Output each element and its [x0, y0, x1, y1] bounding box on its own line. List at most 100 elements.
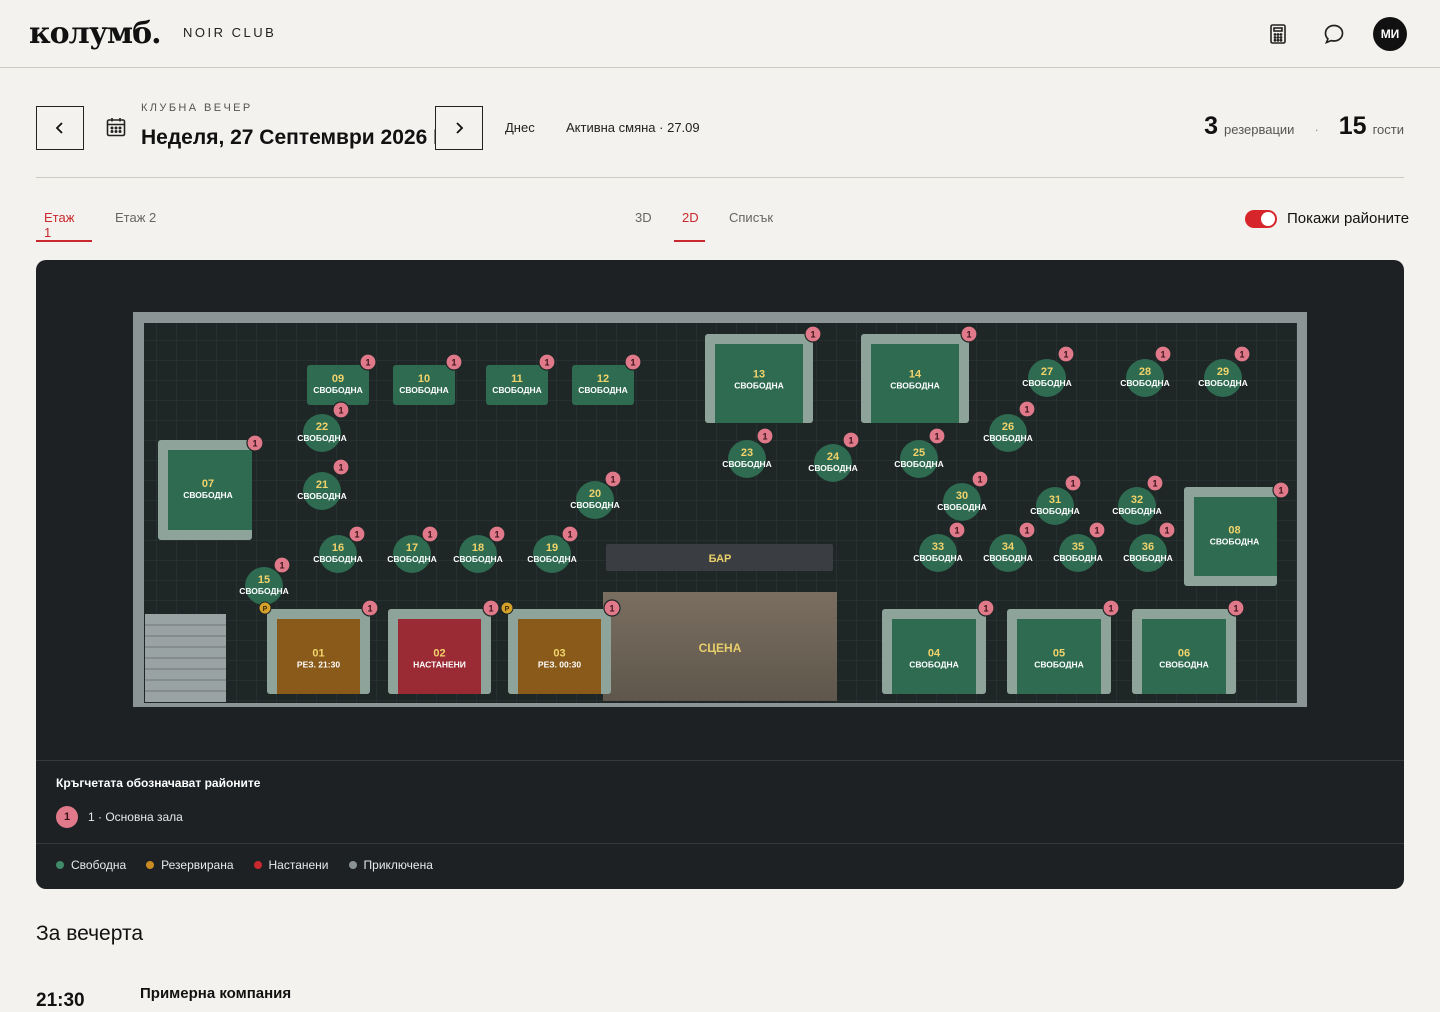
- table-status-text: СВОБОДНА: [1198, 378, 1248, 388]
- bar-label: БАР: [709, 553, 732, 565]
- table-status-text: СВОБОДНА: [734, 381, 784, 391]
- zone-badge-number: 1: [610, 475, 615, 485]
- tab-view-list[interactable]: Списък: [721, 210, 781, 242]
- status-dot: [56, 861, 64, 869]
- table-01[interactable]: 01РЕЗ. 21:30 1: [267, 599, 379, 694]
- zone-badge-number: 1: [494, 530, 499, 540]
- zone-badge-number: 1: [567, 530, 572, 540]
- status-seated: Настанени: [253, 858, 329, 872]
- zone-badge-number: 1: [1063, 350, 1068, 360]
- table-status-text: СВОБОДНА: [983, 553, 1033, 563]
- table-status-text: СВОБОДНА: [239, 586, 289, 596]
- table-status-text: СВОБОДНА: [722, 459, 772, 469]
- table-status-text: СВОБОДНА: [913, 553, 963, 563]
- table-08[interactable]: 08СВОБОДНА 1: [1184, 481, 1290, 586]
- reservations-count: 3: [1204, 112, 1219, 140]
- reservations-label: резервации: [1224, 122, 1295, 137]
- table-status-text: СВОБОДНА: [1120, 378, 1170, 388]
- legend-title: Кръгчетата обозначават районите: [56, 776, 261, 790]
- table-status-text: СВОБОДНА: [1022, 378, 1072, 388]
- tab-floor-2[interactable]: Етаж 2: [107, 210, 164, 242]
- table-05[interactable]: 05СВОБОДНА 1: [1007, 599, 1120, 694]
- legend-divider: [36, 760, 1404, 761]
- reservation-name[interactable]: Примерна компания: [140, 985, 291, 1002]
- table-number: 09: [332, 373, 344, 385]
- table-status-text: СВОБОДНА: [183, 490, 233, 500]
- pending-marker-label: P: [505, 606, 510, 613]
- table-status-text: СВОБОДНА: [313, 554, 363, 564]
- status-dot: [348, 861, 357, 869]
- status-finished: Приключена: [348, 858, 433, 872]
- top-header: колумб. NOIR CLUB МИ: [0, 0, 1440, 68]
- table-status-text: СВОБОДНА: [983, 433, 1033, 443]
- table-03[interactable]: 03РЕЗ. 00:30 1: [508, 599, 621, 694]
- zone-badge-number: 1: [1164, 526, 1169, 536]
- zone-badge: 1: [56, 806, 78, 828]
- table-status-text: СВОБОДНА: [1123, 553, 1173, 563]
- calculator-icon[interactable]: [1266, 22, 1290, 46]
- table-number: 23: [741, 447, 753, 459]
- zone-badge-number: 1: [1233, 604, 1238, 614]
- zone-badge-number: 1: [451, 358, 456, 368]
- reservation-time: 21:30: [36, 990, 85, 1011]
- table-number: 14: [909, 369, 922, 381]
- club-name: NOIR CLUB: [183, 25, 277, 40]
- zone-badge-number: 1: [1239, 350, 1244, 360]
- zone-badge-number: 1: [810, 330, 815, 340]
- table-number: 13: [753, 369, 765, 381]
- table-status-text: СВОБОДНА: [578, 385, 628, 395]
- table-number: 34: [1002, 541, 1015, 553]
- table-status-text: СВОБОДНА: [937, 502, 987, 512]
- table-status-text: СВОБОДНА: [1159, 660, 1209, 670]
- prev-day-button[interactable]: [36, 106, 84, 150]
- status-reserved: Резервирана: [146, 858, 234, 872]
- table-number: 30: [956, 490, 968, 502]
- next-day-button[interactable]: [435, 106, 483, 150]
- calendar-icon[interactable]: [105, 116, 127, 138]
- table-status-text: РЕЗ. 21:30: [297, 660, 340, 670]
- show-zones-toggle[interactable]: [1245, 210, 1277, 228]
- table-04[interactable]: 04СВОБОДНА 1: [882, 599, 995, 694]
- zone-badge-number: 1: [1108, 604, 1113, 614]
- table-number: 02: [433, 648, 445, 660]
- table-status-text: СВОБОДНА: [399, 385, 449, 395]
- table-07[interactable]: 07СВОБОДНА 1: [158, 434, 264, 540]
- brand-logo[interactable]: колумб.: [29, 16, 162, 51]
- user-avatar[interactable]: МИ: [1373, 17, 1407, 51]
- table-status-text: РЕЗ. 00:30: [538, 660, 581, 670]
- table-status-text: СВОБОДНА: [492, 385, 542, 395]
- table-number: 10: [418, 373, 430, 385]
- evening-kicker: КЛУБНА ВЕЧЕР: [141, 102, 253, 114]
- table-number: 25: [913, 447, 925, 459]
- zone-badge-number: 1: [1278, 486, 1283, 496]
- today-link[interactable]: Днес: [505, 120, 535, 135]
- guests-count: 15: [1338, 112, 1367, 140]
- zone-badge-number: 1: [338, 463, 343, 473]
- header-divider: [36, 177, 1404, 178]
- zone-badge-number: 1: [338, 406, 343, 416]
- floor-plan-svg: БАР СЦЕНА 01РЕЗ. 21:30102НАСТАНЕНИ103РЕЗ…: [133, 312, 1307, 707]
- chat-icon[interactable]: [1322, 22, 1346, 46]
- zone-badge-number: 1: [630, 358, 635, 368]
- table-number: 27: [1041, 366, 1053, 378]
- show-zones-label: Покажи районите: [1287, 210, 1410, 227]
- zone-badge-number: 1: [367, 604, 372, 614]
- tab-view-2d[interactable]: 2D: [674, 210, 705, 242]
- table-02[interactable]: 02НАСТАНЕНИ 1: [388, 599, 500, 694]
- table-number: 32: [1131, 494, 1143, 506]
- table-14[interactable]: 14СВОБОДНА 1: [861, 325, 978, 423]
- chevron-right-icon: [456, 122, 464, 134]
- table-status-text: СВОБОДНА: [313, 385, 363, 395]
- table-13[interactable]: 13СВОБОДНА 1: [705, 325, 822, 423]
- table-06[interactable]: 06СВОБОДНА 1: [1132, 599, 1245, 694]
- tab-view-3d[interactable]: 3D: [627, 210, 660, 242]
- floor-plan-panel: БАР СЦЕНА 01 РЕЗ. 21:30 1 02 НАСТАНЕНИ 1 03 РЕЗ…: [36, 260, 1404, 889]
- table-number: 16: [332, 542, 344, 554]
- table-number: 21: [316, 479, 328, 491]
- pending-marker-label: P: [263, 606, 268, 613]
- table-status-text: СВОБОДНА: [1030, 506, 1080, 516]
- table-number: 07: [202, 478, 214, 490]
- table-status-text: СВОБОДНА: [453, 554, 503, 564]
- table-number: 05: [1053, 648, 1065, 660]
- tab-floor-1[interactable]: Етаж 1: [36, 210, 92, 242]
